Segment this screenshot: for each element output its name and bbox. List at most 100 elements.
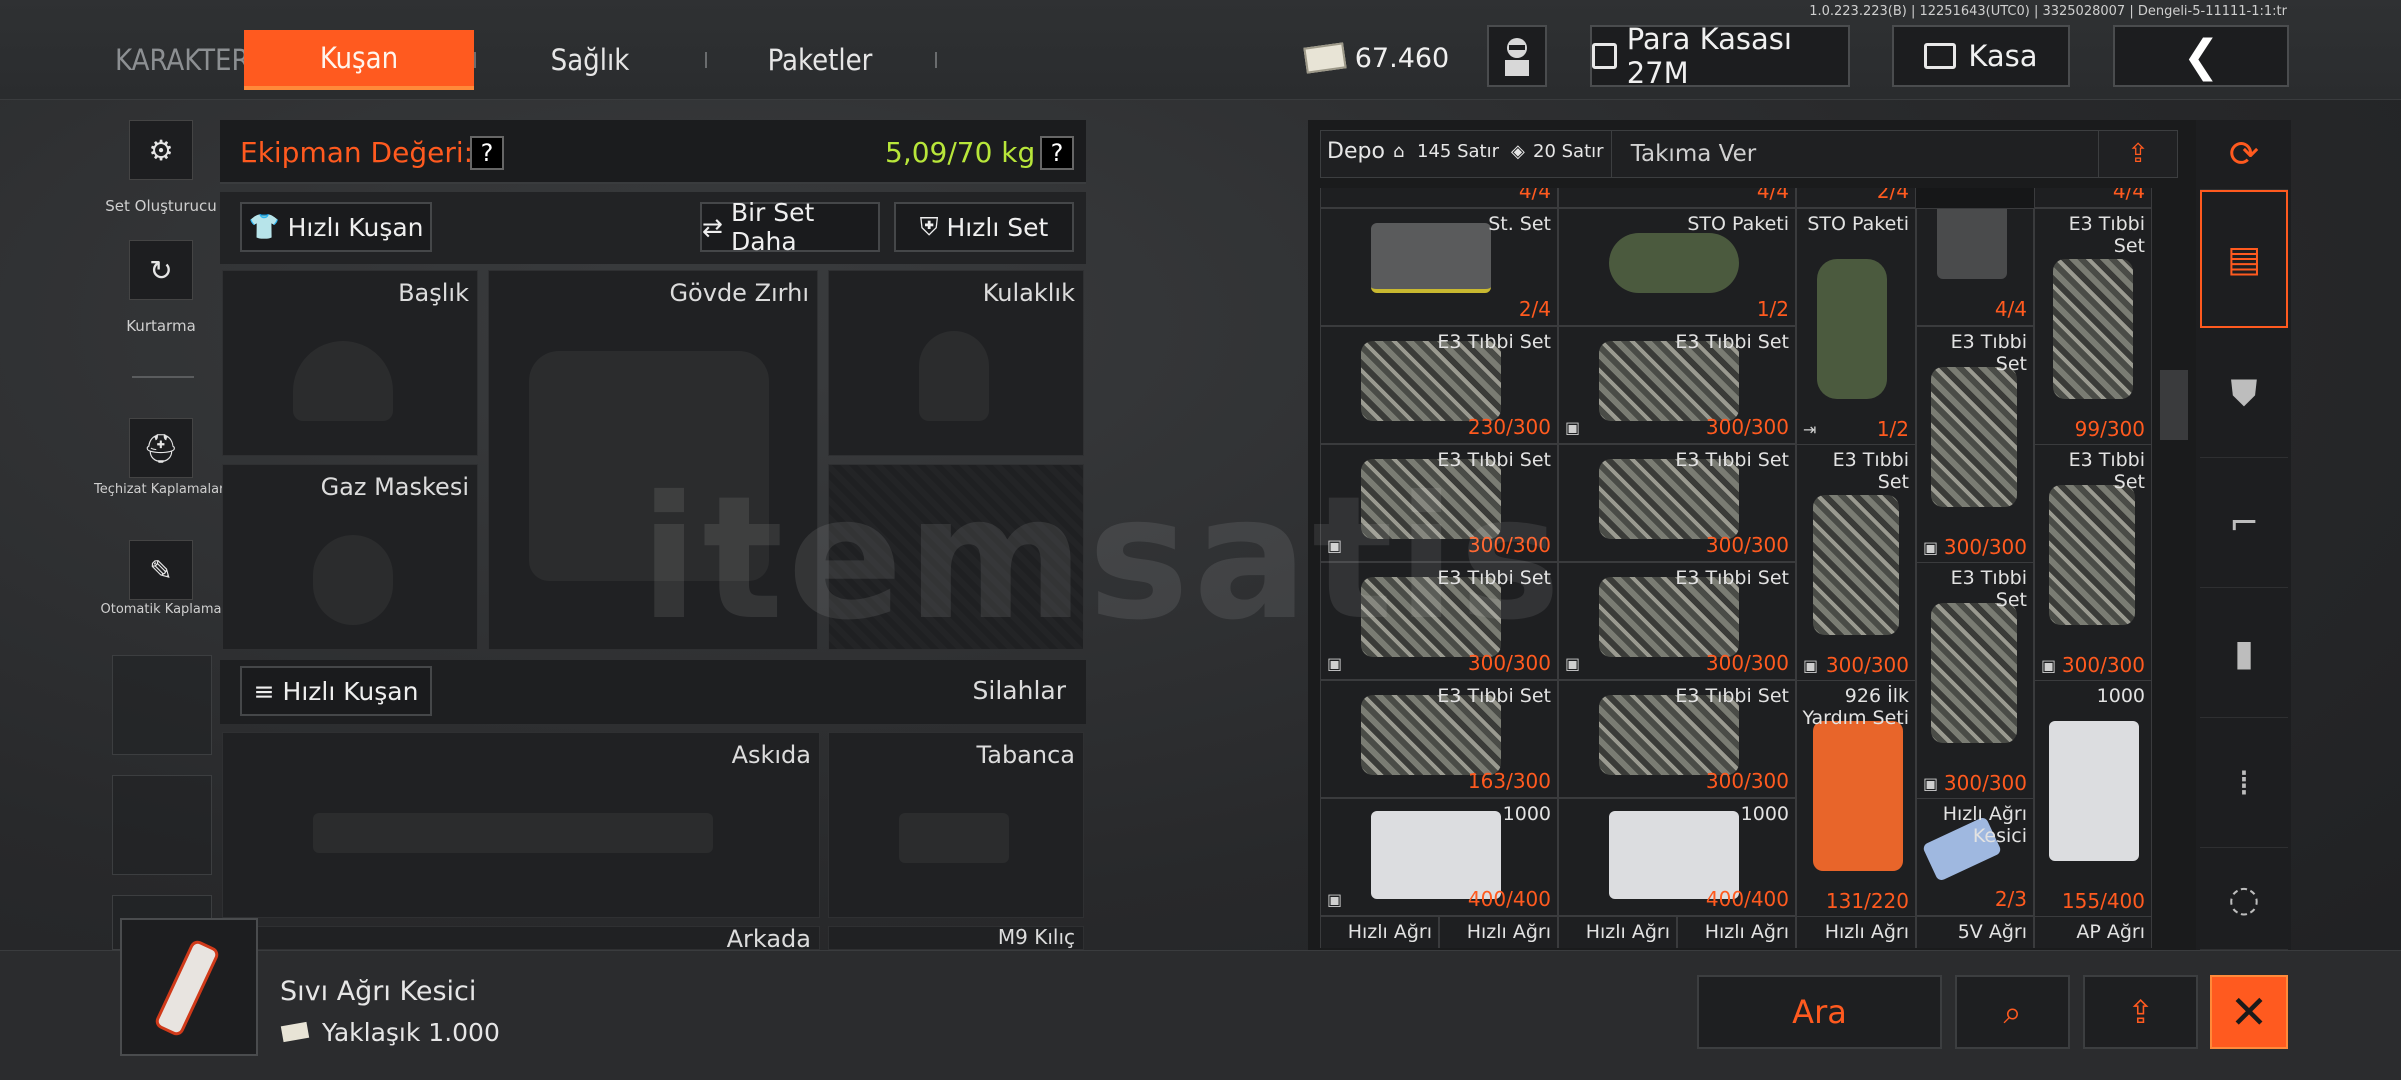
ammo-icon: ⁞ bbox=[2238, 763, 2250, 804]
money-vault-button[interactable]: Para Kasası 27M bbox=[1590, 22, 1850, 90]
rescue-button[interactable]: ↻ bbox=[129, 240, 193, 300]
inventory-item-medkit[interactable]: 1000 400/400 ▣ bbox=[1320, 798, 1558, 916]
inventory-item-bag[interactable]: 4/4 bbox=[1916, 208, 2034, 326]
box-icon: ▣ bbox=[1923, 774, 1939, 793]
empty-quick-slot[interactable] bbox=[112, 775, 212, 875]
camo-medkit-image bbox=[1813, 495, 1899, 635]
slot-helmet[interactable]: Başlık bbox=[222, 270, 478, 456]
another-set-button[interactable]: ⇄ Bir Set Daha bbox=[700, 198, 880, 256]
inventory-item[interactable]: Hızlı Ağrı bbox=[1558, 916, 1677, 948]
inventory-item-e3[interactable]: E3 Tıbbi Set 300/300 ▣ bbox=[1796, 444, 1916, 682]
auto-skin-button[interactable]: ✎ bbox=[129, 540, 193, 600]
storage-rows: 145 Satır bbox=[1417, 141, 1499, 162]
box-icon: ▣ bbox=[1327, 654, 1343, 673]
quick-equip-button[interactable]: 👕 Hızlı Kuşan bbox=[240, 202, 432, 252]
inventory-item[interactable]: 4/4 bbox=[1320, 188, 1558, 208]
inventory-item[interactable]: Hızlı Ağrı bbox=[1796, 916, 1916, 948]
money-amount: 67.460 bbox=[1354, 42, 1450, 74]
sort-button[interactable]: ⇪ bbox=[2098, 130, 2178, 178]
inventory-item[interactable]: 5V Ağrı bbox=[1916, 916, 2034, 948]
slot-gas-mask[interactable]: Gaz Maskesi bbox=[222, 464, 478, 650]
rifle-icon: ⌐ bbox=[2228, 503, 2260, 544]
quick-set-button[interactable]: ⛨ Hızlı Set bbox=[894, 202, 1074, 252]
inventory-item-e3[interactable]: E3 Tıbbi Set 300/300 bbox=[1558, 680, 1796, 798]
camo-medkit-image bbox=[1931, 367, 2017, 507]
sidebar-divider bbox=[132, 376, 194, 378]
inventory-item[interactable]: 2/4 bbox=[1796, 188, 1916, 208]
inventory-item[interactable]: 4/4 bbox=[1558, 188, 1796, 208]
give-to-team-button[interactable]: Takıma Ver bbox=[1611, 131, 1775, 177]
inventory-item-e3[interactable]: E3 Tıbbi Set 300/300 bbox=[1558, 444, 1796, 562]
category-misc-tab[interactable]: ◌ bbox=[2200, 850, 2288, 950]
tab-divider bbox=[705, 52, 707, 68]
storage-title: Depo bbox=[1327, 139, 1385, 164]
tab-divider bbox=[935, 52, 937, 68]
category-magazine-tab[interactable]: ▮ bbox=[2200, 590, 2288, 718]
inventory-item-e3[interactable]: E3 Tıbbi Set 300/300 ▣ bbox=[1320, 562, 1558, 680]
search-text-button[interactable]: Ara bbox=[1697, 975, 1942, 1049]
camo-medkit-image bbox=[2053, 259, 2133, 399]
equipment-actions: 👕 Hızlı Kuşan ⇄ Bir Set Daha ⛨ Hızlı Set bbox=[220, 192, 1086, 264]
help-icon[interactable]: ? bbox=[1040, 136, 1074, 170]
tab-packages[interactable]: Paketler bbox=[720, 30, 920, 90]
inventory-item[interactable]: Hızlı Ağrı bbox=[1439, 916, 1558, 948]
slot-primary-weapon[interactable]: Askıda bbox=[222, 732, 820, 918]
empty-quick-slot[interactable] bbox=[112, 655, 212, 755]
close-button[interactable]: ✕ bbox=[2210, 975, 2288, 1049]
inventory-item-e3[interactable]: E3 Tıbbi Set 230/300 bbox=[1320, 326, 1558, 444]
inventory-item-st-set[interactable]: St. Set 2/4 bbox=[1320, 208, 1558, 326]
category-ammo-tab[interactable]: ⁞ bbox=[2200, 720, 2288, 848]
slot-melee[interactable]: M9 Kılıç bbox=[828, 926, 1084, 950]
tab-health[interactable]: Sağlık bbox=[490, 30, 690, 90]
safe-button[interactable]: Kasa bbox=[1892, 25, 2070, 87]
ticket-icon: ◈ bbox=[1511, 141, 1525, 162]
operator-icon bbox=[1505, 38, 1529, 76]
back-button[interactable]: ❮ bbox=[2113, 25, 2289, 87]
brush-icon: ✎ bbox=[149, 553, 173, 587]
sort-button[interactable]: ⇪ bbox=[2083, 975, 2198, 1049]
inventory-item-first-aid[interactable]: 926 İlk Yardım Seti 131/220 bbox=[1796, 680, 1916, 918]
inventory-item-e3[interactable]: E3 Tıbbi Set 300/300 ▣ bbox=[1916, 562, 2034, 800]
inventory-item[interactable]: Hızlı Ağrı bbox=[1677, 916, 1796, 948]
cash-icon bbox=[1303, 42, 1347, 74]
category-stack-tab[interactable]: ▤ bbox=[2200, 190, 2288, 328]
search-button[interactable]: ⌕ bbox=[1955, 975, 2070, 1049]
category-rifle-tab[interactable]: ⌐ bbox=[2200, 460, 2288, 588]
category-all-tab[interactable]: ⟳ bbox=[2200, 120, 2288, 190]
inventory-item-e3[interactable]: E3 Tıbbi Set 300/300 ▣ bbox=[1558, 562, 1796, 680]
inventory-item-e3[interactable]: E3 Tıbbi Set 300/300 ▣ bbox=[1916, 326, 2034, 564]
equipment-skins-button[interactable]: ⛑ bbox=[129, 418, 193, 478]
operator-avatar-button[interactable] bbox=[1487, 25, 1547, 87]
auto-skin-label: Otomatik Kaplama bbox=[100, 602, 222, 617]
inventory-item-medkit[interactable]: 1000 155/400 bbox=[2034, 680, 2152, 918]
inventory-item[interactable]: AP Ağrı bbox=[2034, 916, 2152, 948]
tab-character[interactable]: KARAKTER bbox=[115, 30, 250, 90]
slot-pistol[interactable]: Tabanca bbox=[828, 732, 1084, 918]
inventory-item-painkiller[interactable]: Hızlı Ağrı Kesici 2/3 bbox=[1916, 798, 2034, 916]
safe-label: Kasa bbox=[1968, 39, 2038, 73]
inventory-item-medkit[interactable]: 1000 400/400 bbox=[1558, 798, 1796, 916]
exit-icon: ⇥ bbox=[1803, 420, 1817, 439]
category-armor-tab[interactable]: ⛊ bbox=[2200, 330, 2288, 458]
inventory-item-e3[interactable]: E3 Tıbbi Set 99/300 bbox=[2034, 208, 2152, 446]
inventory-item[interactable]: Hızlı Ağrı bbox=[1320, 916, 1439, 948]
pouch-image bbox=[1371, 223, 1491, 293]
inventory-item-e3[interactable]: E3 Tıbbi Set 300/300 ▣ bbox=[1320, 444, 1558, 562]
slot-back-weapon[interactable]: Arkada bbox=[222, 926, 820, 950]
inventory-item-e3[interactable]: E3 Tıbbi Set 300/300 ▣ bbox=[2034, 444, 2152, 682]
slot-headset[interactable]: Kulaklık bbox=[828, 270, 1084, 456]
set-builder-button[interactable]: ⚙ bbox=[129, 120, 193, 180]
slot-body-armor[interactable]: Gövde Zırhı bbox=[488, 270, 818, 650]
help-icon[interactable]: ? bbox=[470, 136, 504, 170]
inventory-item-sto[interactable]: STO Paketi 1/2 bbox=[1558, 208, 1796, 326]
gas-mask-silhouette bbox=[313, 535, 393, 625]
storage-scrollbar[interactable] bbox=[2160, 370, 2188, 440]
tab-equip[interactable]: Kuşan bbox=[244, 30, 474, 90]
inventory-item[interactable]: 4/4 bbox=[2034, 188, 2152, 208]
pistol-silhouette bbox=[899, 813, 1009, 863]
weapons-quick-equip-button[interactable]: ≡ Hızlı Kuşan bbox=[240, 666, 432, 716]
inventory-item-e3[interactable]: E3 Tıbbi Set 163/300 bbox=[1320, 680, 1558, 798]
storage-grid: 4/4 4/4 2/4 4/4 St. Set 2/4 STO Paketi 1/2… bbox=[1320, 188, 2152, 948]
inventory-item-sto-tall[interactable]: STO Paketi 1/2 ⇥ bbox=[1796, 208, 1916, 446]
inventory-item-e3[interactable]: E3 Tıbbi Set 300/300 ▣ bbox=[1558, 326, 1796, 444]
